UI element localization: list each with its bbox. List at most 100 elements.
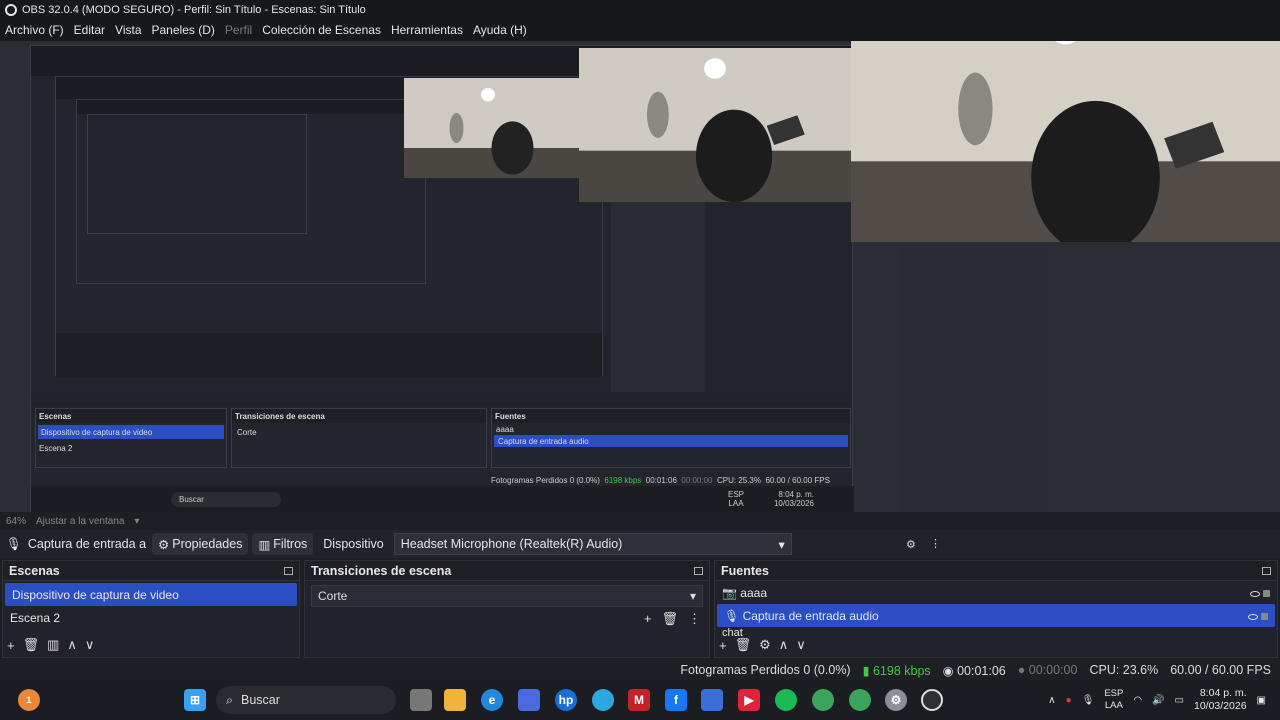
chevron-up-icon[interactable]: ∧ bbox=[1048, 695, 1055, 706]
settings-icon[interactable]: ⚙ bbox=[885, 689, 907, 711]
add-icon[interactable]: + bbox=[719, 638, 727, 653]
device-select[interactable]: Headset Microphone (Realtek(R) Audio) ▾ bbox=[393, 533, 792, 555]
microphone-icon[interactable]: 🎙 bbox=[1082, 695, 1095, 706]
up-icon[interactable]: ∧ bbox=[779, 637, 789, 653]
broadcast-icon: ◉ bbox=[942, 663, 954, 678]
popout-icon[interactable] bbox=[694, 566, 703, 575]
popout-icon[interactable] bbox=[1262, 566, 1271, 575]
store-icon[interactable] bbox=[518, 689, 540, 711]
stream-time: ◉ 00:01:06 bbox=[942, 663, 1006, 678]
up-icon[interactable]: ∧ bbox=[67, 637, 77, 653]
nested-taskbar: Buscar 8:04 p. m. 10/03/2026 ESP LAA bbox=[31, 486, 854, 512]
mail-icon[interactable] bbox=[701, 689, 723, 711]
popout-icon[interactable] bbox=[284, 566, 293, 575]
menu-coleccion[interactable]: Colección de Escenas bbox=[257, 23, 386, 37]
menu-bar: Archivo (F) Editar Vista Paneles (D) Per… bbox=[0, 19, 1280, 41]
gear-icon[interactable]: ⚙ bbox=[759, 637, 771, 653]
add-icon[interactable]: + bbox=[7, 638, 15, 653]
zoom-fit[interactable]: Ajustar a la ventana bbox=[36, 516, 124, 527]
eye-icon[interactable] bbox=[1247, 613, 1258, 620]
menu-vista[interactable]: Vista bbox=[110, 23, 146, 37]
scenes-dock: Escenas Dispositivo de captura de video … bbox=[2, 560, 300, 658]
scenes-title: Escenas bbox=[9, 563, 60, 578]
obs-icon[interactable] bbox=[921, 689, 943, 711]
docks-area: Escenas Dispositivo de captura de video … bbox=[0, 560, 1280, 658]
facebook-icon[interactable]: f bbox=[665, 689, 687, 711]
preview-canvas[interactable]: Escenas Dispositivo de captura de video … bbox=[0, 41, 1280, 512]
down-icon[interactable]: ∨ bbox=[85, 637, 95, 653]
hp-icon[interactable]: hp bbox=[555, 689, 577, 711]
nested-scenes: Escenas Dispositivo de captura de video … bbox=[35, 408, 227, 468]
nested-preview-3 bbox=[76, 99, 426, 284]
eye-icon[interactable] bbox=[1249, 590, 1260, 597]
notification-icon[interactable]: ▣ bbox=[1257, 695, 1266, 706]
more-icon[interactable]: ⋮ bbox=[688, 611, 701, 627]
start-icon[interactable]: ⊞ bbox=[184, 689, 206, 711]
taskbar: 1 ⊞ ⌕ Buscar e hp M f ▶ ⚙ ∧ ● 🎙 ESP LAA ◠ … bbox=[0, 680, 1280, 720]
filter-icon[interactable]: ▥ bbox=[47, 637, 59, 653]
more-icon[interactable]: ⋮ bbox=[930, 537, 941, 550]
settings-icon[interactable]: ⚙ bbox=[906, 538, 916, 551]
transitions-dock: Transiciones de escena Corte ▾ + 🗑 ⋮ bbox=[304, 560, 710, 658]
file-explorer-icon[interactable] bbox=[444, 689, 466, 711]
spotify-icon[interactable] bbox=[775, 689, 797, 711]
properties-button[interactable]: ⚙ Propiedades bbox=[152, 533, 249, 555]
menu-ayuda[interactable]: Ayuda (H) bbox=[468, 23, 532, 37]
signal-icon: ▮ bbox=[862, 663, 870, 678]
status-bar: Fotogramas Perdidos 0 (0.0%) ▮ 6198 kbps… bbox=[0, 660, 1280, 680]
dropped-frames: Fotogramas Perdidos 0 (0.0%) bbox=[680, 663, 851, 677]
scene-item[interactable]: Dispositivo de captura de video bbox=[5, 583, 297, 606]
taskbar-search[interactable]: ⌕ Buscar bbox=[216, 686, 396, 714]
transitions-title: Transiciones de escena bbox=[311, 563, 452, 578]
sources-dock: Fuentes 📷 aaaa 🎙 Captura de entrada audi… bbox=[714, 560, 1278, 658]
menu-archivo[interactable]: Archivo (F) bbox=[0, 23, 69, 37]
gear-icon: ⚙ bbox=[158, 537, 170, 552]
scene-item[interactable]: Escena 2 bbox=[3, 606, 299, 629]
sources-title: Fuentes bbox=[721, 563, 769, 578]
edge-icon[interactable]: e bbox=[481, 689, 503, 711]
search-icon: ⌕ bbox=[226, 692, 234, 707]
youtube-icon[interactable]: ▶ bbox=[738, 689, 760, 711]
wifi-icon[interactable]: ◠ bbox=[1133, 695, 1142, 706]
add-icon[interactable]: + bbox=[644, 611, 652, 627]
widgets-icon[interactable]: 1 bbox=[18, 689, 40, 711]
trash-icon[interactable]: 🗑 bbox=[23, 637, 40, 653]
system-tray: ∧ ● 🎙 ESP LAA ◠ 🔊 ▭ 8:04 p. m. 10/03/2026 … bbox=[1048, 680, 1280, 720]
volume-icon[interactable]: 🔊 bbox=[1152, 695, 1164, 706]
device-label: Dispositivo bbox=[323, 537, 384, 551]
chevron-down-icon: ▾ bbox=[778, 537, 785, 552]
window-title: OBS 32.0.4 (MODO SEGURO) - Perfil: Sin T… bbox=[22, 3, 366, 16]
chrome-icon[interactable] bbox=[812, 689, 834, 711]
source-item[interactable]: 🎙 Captura de entrada audio bbox=[717, 604, 1275, 627]
mcafee-icon[interactable]: M bbox=[628, 689, 650, 711]
trash-icon[interactable]: 🗑 bbox=[735, 637, 752, 653]
down-icon[interactable]: ∨ bbox=[796, 637, 806, 653]
chevron-down-icon[interactable]: ▾ bbox=[134, 516, 139, 527]
chrome-profile-icon[interactable] bbox=[849, 689, 871, 711]
cpu-usage: CPU: 23.6% bbox=[1089, 663, 1159, 677]
language-indicator[interactable]: ESP LAA bbox=[1104, 688, 1123, 712]
zoom-value[interactable]: 64% bbox=[6, 516, 26, 527]
menu-perfil[interactable]: Perfil bbox=[220, 23, 257, 37]
lock-icon[interactable] bbox=[1263, 589, 1270, 597]
trash-icon[interactable]: 🗑 bbox=[661, 611, 678, 627]
app-icon[interactable] bbox=[592, 689, 614, 711]
menu-paneles[interactable]: Paneles (D) bbox=[147, 23, 220, 37]
lock-icon[interactable] bbox=[1261, 612, 1268, 620]
menu-herramientas[interactable]: Herramientas bbox=[386, 23, 468, 37]
camera-frame-medium bbox=[579, 48, 851, 202]
source-item[interactable]: chat bbox=[715, 627, 1277, 637]
record-time: ● 00:00:00 bbox=[1017, 663, 1078, 677]
filters-button[interactable]: ▥ Filtros bbox=[252, 533, 314, 555]
menu-editar[interactable]: Editar bbox=[69, 23, 110, 37]
transition-select[interactable]: Corte ▾ bbox=[311, 585, 703, 607]
chevron-down-icon: ▾ bbox=[689, 589, 696, 603]
task-view-icon[interactable] bbox=[410, 689, 432, 711]
clock[interactable]: 8:04 p. m. 10/03/2026 bbox=[1194, 687, 1247, 713]
bitrate: ▮ 6198 kbps bbox=[862, 663, 931, 678]
right-panel-toolbar: ⚙ ⋮ bbox=[896, 530, 1280, 558]
zoom-bar: 64% Ajustar a la ventana ▾ bbox=[0, 512, 1280, 530]
battery-icon[interactable]: ▭ bbox=[1175, 695, 1184, 706]
source-item[interactable]: 📷 aaaa bbox=[715, 581, 1277, 604]
app-tray-icon[interactable]: ● bbox=[1066, 695, 1072, 706]
